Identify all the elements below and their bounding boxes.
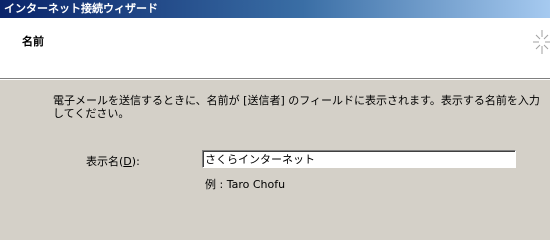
display-name-label: 表示名(D): xyxy=(86,153,140,169)
display-name-label-suffix: ): xyxy=(131,155,140,168)
display-name-accelerator: D xyxy=(123,155,132,168)
display-name-input[interactable] xyxy=(202,150,516,168)
display-name-label-prefix: 表示名( xyxy=(86,155,124,168)
page-title: 名前 xyxy=(22,35,44,48)
window-titlebar[interactable]: インターネット接続ウィザード xyxy=(0,0,550,18)
wizard-header: 名前 xyxy=(0,18,550,78)
example-text: 例 : Taro Chofu xyxy=(205,178,286,191)
header-separator-highlight xyxy=(0,79,550,80)
wizard-sparkle-icon xyxy=(533,30,550,54)
instruction-text: 電子メールを送信するときに、名前が [送信者] のフィールドに表示されます。表示… xyxy=(53,94,540,120)
window-title: インターネット接続ウィザード xyxy=(4,2,158,15)
